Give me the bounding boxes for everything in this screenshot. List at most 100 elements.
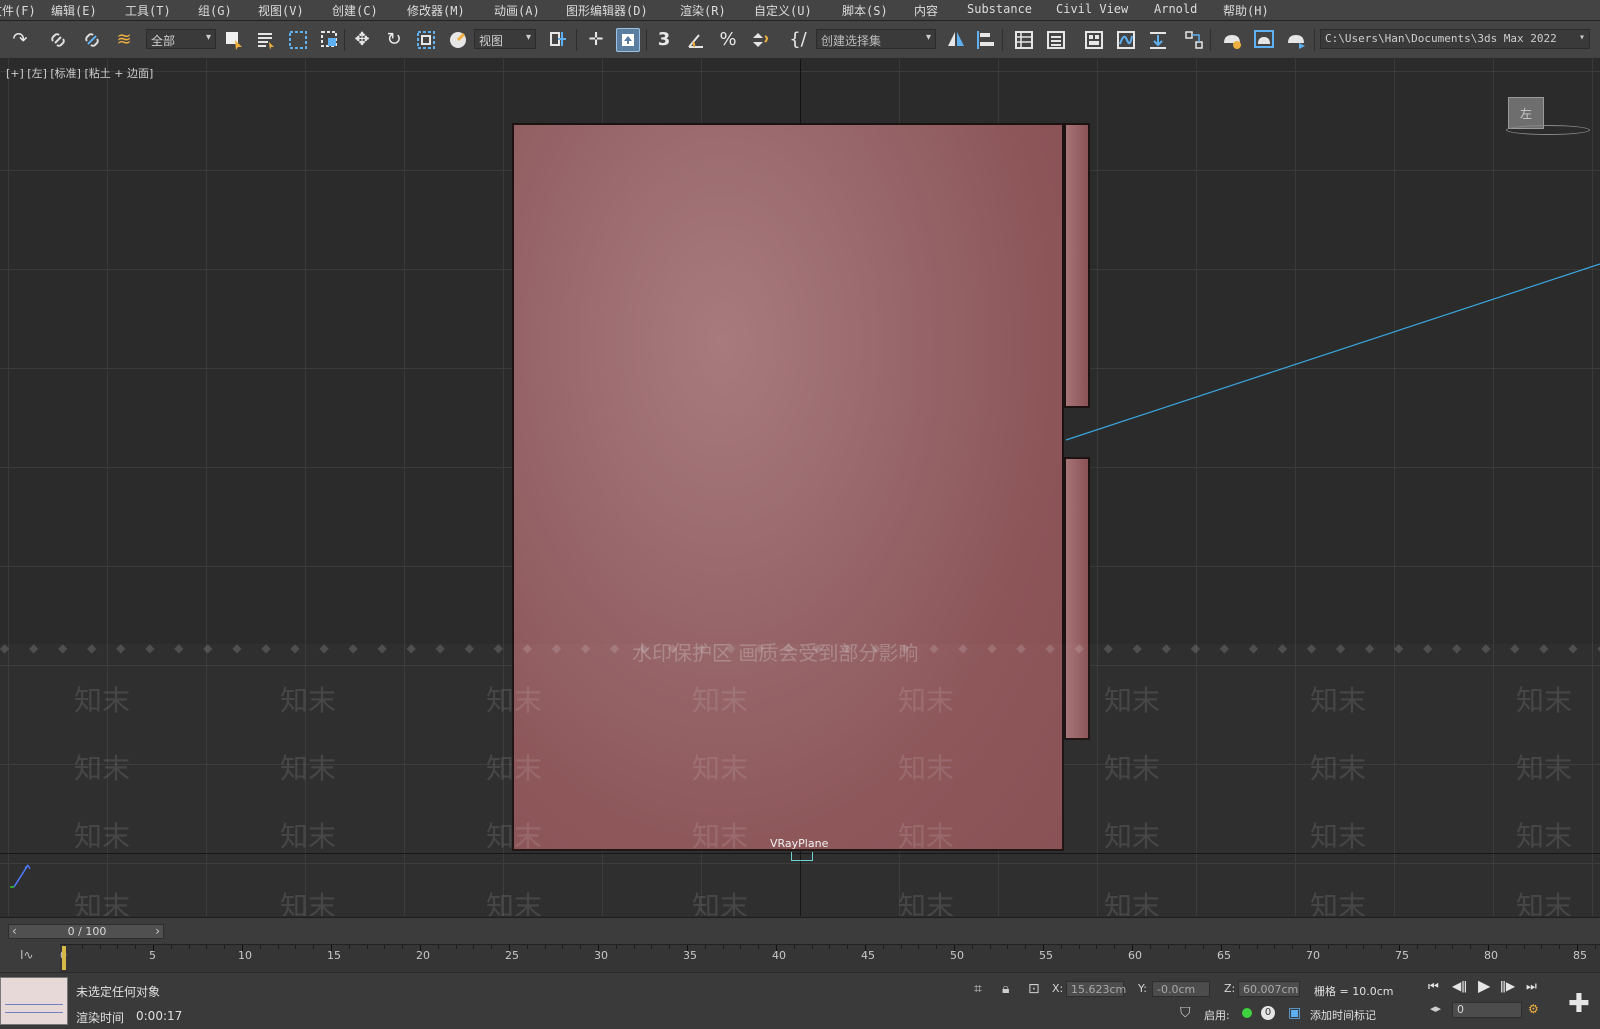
link-icon[interactable] [46, 28, 70, 52]
current-time-marker[interactable] [62, 946, 66, 970]
timeline-tick [1025, 945, 1027, 949]
current-frame-value: 0 [1457, 1003, 1464, 1016]
toolbar-separator [1002, 29, 1003, 51]
reference-coord-dropdown[interactable]: 视图 ▾ [474, 29, 536, 49]
menu-views[interactable]: 视图(V) [258, 2, 304, 19]
timeline-tick [882, 945, 884, 949]
time-slider[interactable]: ‹ 0 / 100 › [8, 924, 164, 939]
layer-explorer-icon[interactable] [1044, 28, 1068, 52]
timeline-tick [811, 945, 813, 949]
toggle-ribbon-icon[interactable] [1082, 28, 1106, 52]
menu-modifiers[interactable]: 修改器(M) [407, 2, 465, 19]
key-mode-icon[interactable]: ◂▸ [1430, 1002, 1441, 1015]
menu-rendering[interactable]: 渲染(R) [680, 2, 726, 19]
go-to-start-icon[interactable]: ⏮ [1428, 979, 1439, 994]
edit-named-selection-icon[interactable]: {/ [786, 28, 810, 52]
menu-customize[interactable]: 自定义(U) [754, 2, 812, 19]
unlink-icon[interactable] [80, 28, 104, 52]
viewcube-compass-ring[interactable] [1506, 125, 1590, 135]
named-selection-dropdown[interactable]: 创建选择集 ▾ [816, 29, 936, 49]
menu-scripting[interactable]: 脚本(S) [842, 2, 888, 19]
keyboard-shortcut-icon[interactable] [616, 28, 640, 52]
time-config-icon[interactable]: ⚙ [1528, 1002, 1539, 1016]
timeline-tick [402, 945, 404, 949]
timeline-tick [81, 945, 83, 949]
rect-selection-icon[interactable] [286, 28, 310, 52]
next-frame-icon[interactable]: ǁ▶ [1500, 979, 1515, 993]
previous-frame-icon[interactable]: ◀ǁ [1452, 979, 1467, 993]
redo-icon[interactable]: ↷ [8, 28, 32, 52]
add-time-tag[interactable]: 添加时间标记 [1310, 1007, 1376, 1023]
go-to-end-icon[interactable]: ⏭ [1526, 979, 1537, 994]
selection-filter-dropdown[interactable]: 全部 ▾ [146, 29, 216, 49]
menu-create[interactable]: 创建(C) [332, 2, 378, 19]
snap-icon[interactable]: 3 [652, 28, 676, 52]
timeline-ruler[interactable]: 0510152025303540455055606570758085 [60, 944, 1600, 973]
timeline-tick [1594, 945, 1596, 949]
menu-edit[interactable]: 编辑(E) [51, 2, 97, 19]
play-icon[interactable]: ▶ [1478, 976, 1490, 995]
maxscript-listener-thumbnail[interactable] [0, 977, 68, 1025]
menu-animation[interactable]: 动画(A) [494, 2, 540, 19]
shield-icon[interactable]: ⛉ [1180, 1005, 1191, 1021]
timeline-tick [847, 945, 849, 949]
timeline-tick [829, 945, 831, 949]
x-coord-field[interactable]: 15.623cm [1066, 981, 1126, 997]
mini-curve-editor-icon[interactable]: I∿ [20, 948, 34, 962]
menu-civil-view[interactable]: Civil View [1056, 2, 1128, 16]
chevron-right-icon[interactable]: › [155, 924, 160, 938]
move-icon[interactable]: ✥ [350, 28, 374, 52]
timeline-tick [1238, 945, 1240, 949]
select-manipulate-icon[interactable]: ✛ [584, 28, 608, 52]
rendered-frame-icon[interactable] [1252, 28, 1276, 52]
timeline-tick-label: 70 [1306, 949, 1320, 962]
menu-content[interactable]: 内容 [914, 2, 938, 19]
time-tag-icon[interactable]: ▣ [1288, 1005, 1301, 1021]
window-crossing-icon[interactable] [318, 28, 342, 52]
lock-selection-icon[interactable]: 🔒︎ [1002, 981, 1009, 997]
align-icon[interactable] [974, 28, 998, 52]
angle-snap-icon[interactable] [684, 28, 708, 52]
scene-explorer-icon[interactable] [1012, 28, 1036, 52]
project-path-dropdown[interactable]: C:\Users\Han\Documents\3ds Max 2022 ▾ [1320, 29, 1590, 49]
bind-spacewarp-icon[interactable]: ≋ [112, 28, 136, 52]
material-editor-icon[interactable] [1182, 28, 1206, 52]
isolate-selection-icon[interactable]: ⌗ [974, 981, 982, 997]
toolbar-separator [1210, 29, 1211, 51]
timeline-tick-label: 75 [1395, 949, 1409, 962]
z-coord-field[interactable]: 60.007cm [1238, 981, 1300, 997]
render-setup-icon[interactable] [1220, 28, 1244, 52]
timeline-tick [313, 945, 315, 949]
timeline-tick-label: 35 [683, 949, 697, 962]
left-viewport[interactable]: [+] [左] [标准] [粘土 + 边面] VRayPlane 左 ◆ ◆ ◆… [0, 59, 1600, 916]
absolute-mode-icon[interactable]: ⊡ [1028, 981, 1040, 997]
percent-snap-icon[interactable]: % [716, 28, 740, 52]
current-frame-field[interactable]: 0 [1452, 1002, 1522, 1018]
curve-editor-icon[interactable] [1114, 28, 1138, 52]
named-selection-placeholder: 创建选择集 [821, 34, 882, 48]
menu-file[interactable]: 文件(F) [0, 2, 36, 19]
rotate-icon[interactable]: ↻ [382, 28, 406, 52]
menu-tools[interactable]: 工具(T) [125, 2, 171, 19]
select-object-icon[interactable] [222, 28, 246, 52]
spinner-snap-icon[interactable] [748, 28, 772, 52]
menu-substance[interactable]: Substance [967, 2, 1032, 16]
placement-icon[interactable] [446, 28, 470, 52]
viewport-navigation-plus-icon[interactable]: ✚ [1568, 989, 1590, 1019]
mirror-icon[interactable] [944, 28, 968, 52]
select-by-name-icon[interactable] [254, 28, 278, 52]
y-coord-field[interactable]: -0.0cm [1152, 981, 1210, 997]
timeline-tick [348, 945, 350, 949]
menu-help[interactable]: 帮助(H) [1223, 2, 1269, 19]
watermark-title: 水印保护区 画质会受到部分影响 [632, 641, 919, 665]
vrayplane-gizmo[interactable] [791, 852, 813, 861]
pivot-center-icon[interactable] [546, 28, 570, 52]
selection-filter-value: 全部 [151, 34, 176, 48]
menu-arnold[interactable]: Arnold [1154, 2, 1197, 16]
menu-graph-editors[interactable]: 图形编辑器(D) [566, 2, 648, 19]
render-production-icon[interactable] [1284, 28, 1308, 52]
menu-group[interactable]: 组(G) [198, 2, 232, 19]
schematic-view-icon[interactable] [1146, 28, 1170, 52]
timeline-tick [1327, 945, 1329, 949]
scale-icon[interactable] [414, 28, 438, 52]
